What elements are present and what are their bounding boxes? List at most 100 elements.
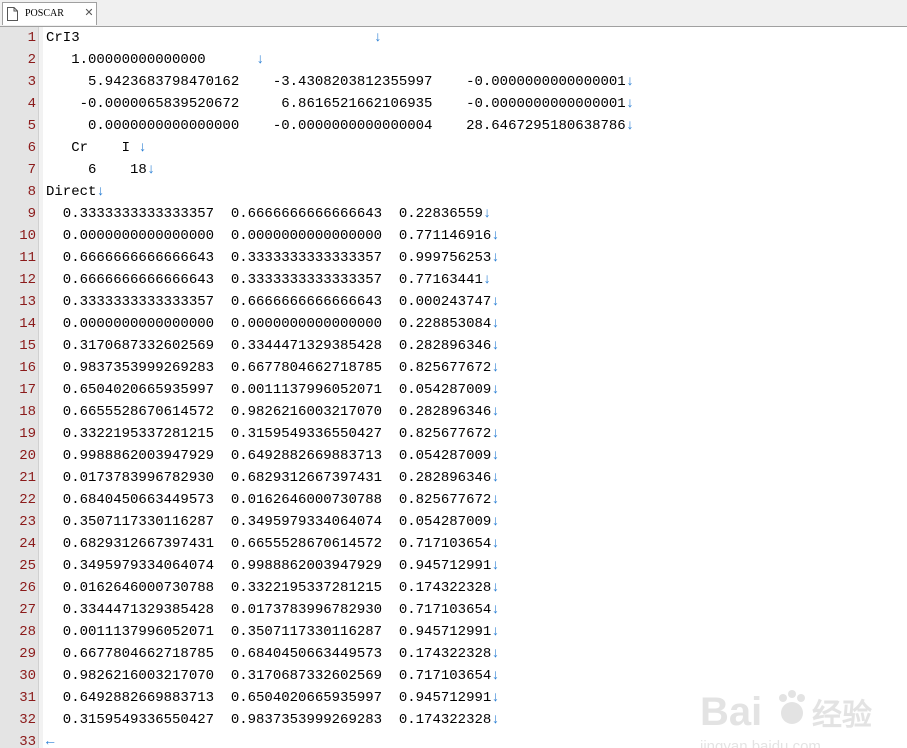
line-number: 27	[19, 602, 36, 618]
code-line[interactable]: 15 0.3170687332602569 0.3344471329385428…	[0, 335, 907, 357]
code-line[interactable]: 18 0.6655528670614572 0.9826216003217070…	[0, 401, 907, 423]
eol-marker-icon: ↓	[491, 470, 500, 486]
line-content: 0.6666666666666643 0.3333333333333357 0.…	[46, 250, 492, 266]
line-text: 0.0000000000000000 0.0000000000000000 0.…	[46, 225, 500, 247]
code-line[interactable]: 5 0.0000000000000000 -0.0000000000000004…	[0, 115, 907, 137]
line-text: 0.0000000000000000 0.0000000000000000 0.…	[46, 313, 500, 335]
code-line[interactable]: 9 0.3333333333333357 0.6666666666666643 …	[0, 203, 907, 225]
line-content: 0.0000000000000000 0.0000000000000000 0.…	[46, 228, 492, 244]
code-line[interactable]: 19 0.3322195337281215 0.3159549336550427…	[0, 423, 907, 445]
line-content: 0.6504020665935997 0.0011137996052071 0.…	[46, 382, 492, 398]
eol-marker-icon: ↓	[491, 690, 500, 706]
line-text: 0.0173783996782930 0.6829312667397431 0.…	[46, 467, 500, 489]
code-line[interactable]: 13 0.3333333333333357 0.6666666666666643…	[0, 291, 907, 313]
line-content: 0.0000000000000000 -0.0000000000000004 2…	[46, 118, 626, 134]
code-line[interactable]: 7 6 18↓	[0, 159, 907, 181]
eol-marker-icon: ↓	[625, 74, 635, 90]
eol-marker-icon: ↓	[491, 492, 500, 508]
line-number: 31	[19, 690, 36, 706]
line-number: 26	[19, 580, 36, 596]
line-number: 29	[19, 646, 36, 662]
line-text: 0.3159549336550427 0.9837353999269283 0.…	[46, 709, 500, 731]
watermark-bai: Bai	[700, 690, 762, 734]
code-line[interactable]: 23 0.3507117330116287 0.3495979334064074…	[0, 511, 907, 533]
eol-marker-icon: ↓	[146, 162, 156, 178]
code-line[interactable]: 20 0.9988862003947929 0.6492882669883713…	[0, 445, 907, 467]
line-content: 0.9826216003217070 0.3170687332602569 0.…	[46, 668, 492, 684]
code-line[interactable]: 26 0.0162646000730788 0.3322195337281215…	[0, 577, 907, 599]
code-line[interactable]: 21 0.0173783996782930 0.6829312667397431…	[0, 467, 907, 489]
code-line[interactable]: 29 0.6677804662718785 0.6840450663449573…	[0, 643, 907, 665]
line-content: 0.3322195337281215 0.3159549336550427 0.…	[46, 426, 492, 442]
line-number: 4	[27, 96, 36, 112]
code-line[interactable]: 4 -0.0000065839520672 6.8616521662106935…	[0, 93, 907, 115]
line-text: -0.0000065839520672 6.8616521662106935 -…	[46, 93, 635, 115]
code-line[interactable]: 27 0.3344471329385428 0.0173783996782930…	[0, 599, 907, 621]
line-text: 0.6666666666666643 0.3333333333333357 0.…	[46, 269, 491, 291]
paw-icon	[779, 690, 805, 724]
line-number: 13	[19, 294, 36, 310]
line-number: 23	[19, 514, 36, 530]
line-number: 10	[19, 228, 36, 244]
code-line[interactable]: 22 0.6840450663449573 0.0162646000730788…	[0, 489, 907, 511]
eol-marker-icon: ↓	[482, 272, 492, 288]
text-editor[interactable]: 1 CrI3 ↓ 2 1.00000000000000 ↓ 3 5.942368379…	[0, 27, 907, 748]
eol-marker-icon: ↓	[491, 448, 500, 464]
line-text: 0.3333333333333357 0.6666666666666643 0.…	[46, 291, 500, 313]
tab-label: POSCAR	[25, 8, 64, 19]
line-content: 0.3333333333333357 0.6666666666666643 0.…	[46, 206, 483, 222]
eol-marker-icon: ↓	[625, 96, 635, 112]
line-content: 0.6666666666666643 0.3333333333333357 0.…	[46, 272, 483, 288]
eol-marker-icon: ↓	[491, 426, 500, 442]
close-icon[interactable]: ✕	[83, 6, 95, 20]
code-line[interactable]: 3 5.9423683798470162 -3.4308203812355997…	[0, 71, 907, 93]
line-content: 0.9837353999269283 0.6677804662718785 0.…	[46, 360, 492, 376]
line-number: 22	[19, 492, 36, 508]
line-text: 6 18↓	[46, 159, 155, 181]
line-text: 0.3507117330116287 0.3495979334064074 0.…	[46, 511, 500, 533]
line-number: 14	[19, 316, 36, 332]
code-line[interactable]: 8 Direct↓	[0, 181, 907, 203]
line-number: 11	[19, 250, 36, 266]
line-number: 16	[19, 360, 36, 376]
line-text: Direct↓	[46, 181, 105, 203]
code-line[interactable]: 16 0.9837353999269283 0.6677804662718785…	[0, 357, 907, 379]
line-text: CrI3 ↓	[46, 27, 382, 49]
eol-marker-icon: ↓	[491, 558, 500, 574]
document-icon	[7, 7, 18, 21]
code-line[interactable]: 14 0.0000000000000000 0.0000000000000000…	[0, 313, 907, 335]
line-content: 0.6677804662718785 0.6840450663449573 0.…	[46, 646, 492, 662]
line-text: 5.9423683798470162 -3.4308203812355997 -…	[46, 71, 634, 93]
code-line[interactable]: 2 1.00000000000000 ↓	[0, 49, 907, 71]
eol-marker-icon: ↓	[491, 294, 500, 310]
line-number: 32	[19, 712, 36, 728]
tab-bar: POSCAR ✕	[0, 0, 907, 27]
line-content: 0.3507117330116287 0.3495979334064074 0.…	[46, 514, 492, 530]
line-content: 0.0011137996052071 0.3507117330116287 0.…	[46, 624, 492, 640]
line-content: 0.3333333333333357 0.6666666666666643 0.…	[46, 294, 492, 310]
code-line[interactable]: 6 Cr I ↓	[0, 137, 907, 159]
code-line[interactable]: 12 0.6666666666666643 0.3333333333333357…	[0, 269, 907, 291]
eol-marker-icon: ↓	[491, 668, 500, 684]
line-number: 3	[27, 74, 36, 90]
eol-marker-icon: ↓	[491, 624, 500, 640]
line-number: 5	[27, 118, 36, 134]
line-text: 0.6655528670614572 0.9826216003217070 0.…	[46, 401, 500, 423]
code-line[interactable]: 24 0.6829312667397431 0.6655528670614572…	[0, 533, 907, 555]
code-line[interactable]: 17 0.6504020665935997 0.0011137996052071…	[0, 379, 907, 401]
code-line[interactable]: 25 0.3495979334064074 0.9988862003947929…	[0, 555, 907, 577]
line-number: 25	[19, 558, 36, 574]
tab-poscar[interactable]: POSCAR ✕	[2, 2, 97, 25]
code-line[interactable]: 11 0.6666666666666643 0.3333333333333357…	[0, 247, 907, 269]
eol-marker-icon: ↓	[491, 316, 500, 332]
editor-lines: 1 CrI3 ↓ 2 1.00000000000000 ↓ 3 5.942368379…	[0, 27, 907, 748]
line-number: 19	[19, 426, 36, 442]
code-line[interactable]: 28 0.0011137996052071 0.3507117330116287…	[0, 621, 907, 643]
line-text: 0.3322195337281215 0.3159549336550427 0.…	[46, 423, 500, 445]
line-text: 0.9826216003217070 0.3170687332602569 0.…	[46, 665, 500, 687]
line-text: 0.3333333333333357 0.6666666666666643 0.…	[46, 203, 491, 225]
eol-marker-icon: ↓	[138, 140, 147, 156]
line-content: 0.9988862003947929 0.6492882669883713 0.…	[46, 448, 492, 464]
code-line[interactable]: 10 0.0000000000000000 0.0000000000000000…	[0, 225, 907, 247]
code-line[interactable]: 1 CrI3 ↓	[0, 27, 907, 49]
